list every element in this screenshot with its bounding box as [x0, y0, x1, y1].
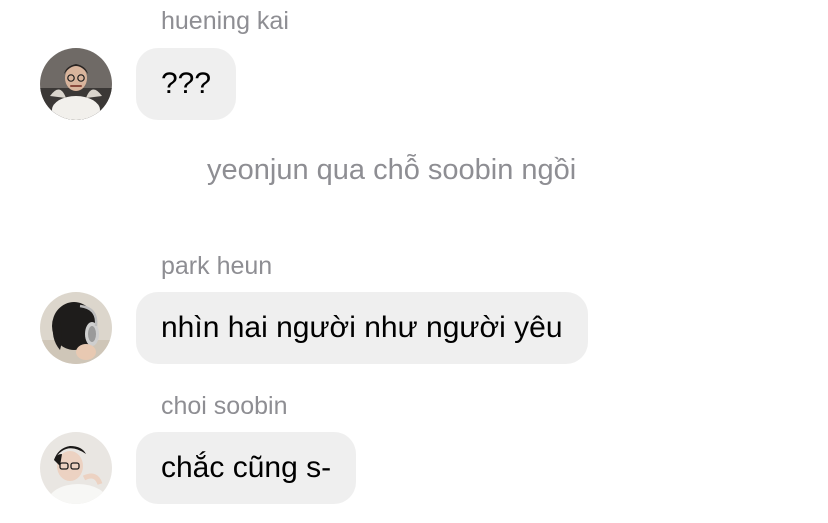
profile-photo-icon: [40, 48, 112, 120]
profile-photo-icon: [40, 432, 112, 504]
system-notice: yeonjun qua chỗ soobin ngồi: [207, 154, 577, 186]
avatar[interactable]: [40, 48, 112, 120]
message-text: chắc cũng s-: [161, 451, 332, 484]
message-text: ???: [161, 67, 212, 100]
message-bubble[interactable]: chắc cũng s-: [136, 432, 357, 504]
avatar[interactable]: [40, 292, 112, 364]
avatar[interactable]: [40, 432, 112, 504]
message-bubble[interactable]: nhìn hai người như người yêu: [136, 292, 588, 364]
message-bubble[interactable]: ???: [136, 48, 237, 120]
message-text: nhìn hai người như người yêu: [161, 311, 563, 344]
profile-photo-icon: [40, 292, 112, 364]
sender-name: huening kai: [161, 7, 289, 35]
sender-name: choi soobin: [161, 392, 288, 420]
sender-name: park heun: [161, 252, 273, 280]
